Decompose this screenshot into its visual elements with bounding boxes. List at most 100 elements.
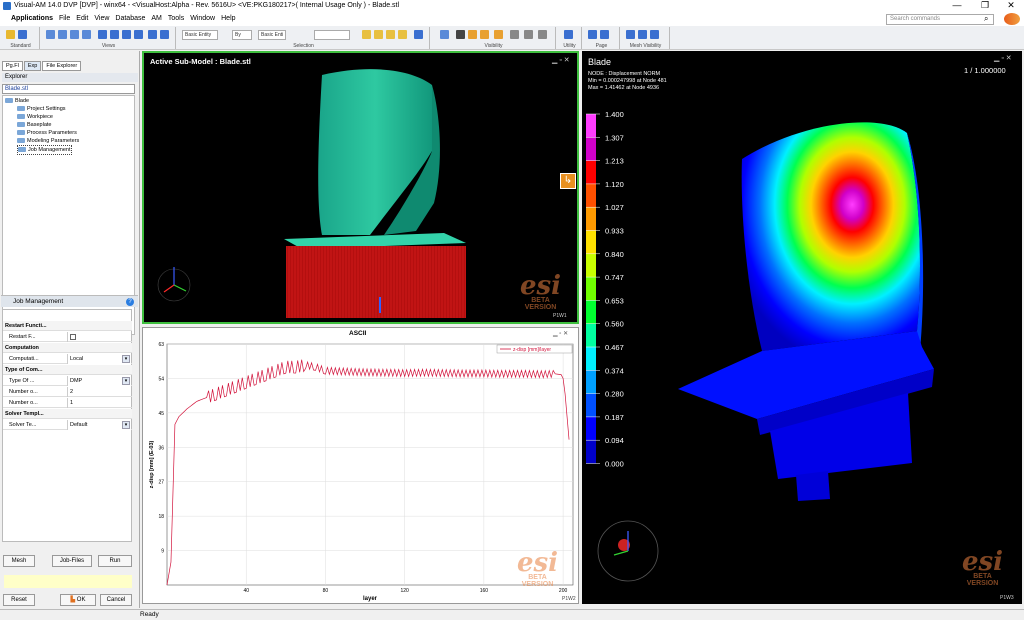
shade-icon[interactable] — [524, 30, 533, 39]
show-all-icon[interactable] — [494, 30, 503, 39]
zoom-window-icon[interactable] — [148, 30, 157, 39]
property-checkbox[interactable] — [67, 332, 131, 342]
job-files-button[interactable]: Job-Files — [52, 555, 92, 567]
property-value[interactable]: 2 — [67, 387, 131, 397]
save-icon[interactable] — [18, 30, 27, 39]
page-prev-icon[interactable] — [588, 30, 597, 39]
viewport-contour[interactable]: Blade 1 / 1.000000 ▁ ▫ ✕ NODE : Displace… — [582, 51, 1022, 604]
rotate-icon[interactable] — [110, 30, 119, 39]
search-icon[interactable]: ⌕ — [984, 14, 988, 24]
property-select[interactable]: Local ▾ — [67, 354, 131, 364]
toolbar-group-standard: Standard — [2, 27, 40, 49]
selection-input[interactable] — [314, 30, 350, 40]
view-top-icon[interactable] — [70, 30, 79, 39]
tree-item-blade[interactable]: Blade — [5, 97, 29, 105]
selection-by-dropdown[interactable]: By — [232, 30, 252, 40]
mesh-edges-icon[interactable] — [650, 30, 659, 39]
pan-icon[interactable] — [98, 30, 107, 39]
chevron-down-icon[interactable]: ▾ — [122, 377, 130, 385]
tree-item-modeling-parameters[interactable]: Modeling Parameters — [17, 137, 79, 145]
mesh-icon[interactable] — [510, 30, 519, 39]
checkbox[interactable] — [70, 333, 76, 340]
mesh-button[interactable]: Mesh — [3, 555, 35, 567]
tree-item-project-settings[interactable]: Project Settings — [17, 105, 66, 113]
property-select[interactable]: Default ▾ — [67, 420, 131, 430]
tree-item-workpiece[interactable]: Workpiece — [17, 113, 53, 121]
tab-explorer[interactable]: Exp — [23, 61, 42, 71]
utility-icon[interactable] — [564, 30, 573, 39]
tree-item-job-management[interactable]: Job Management — [17, 145, 72, 155]
menu-help[interactable]: Help — [218, 12, 238, 26]
property-text: 1 — [70, 400, 74, 406]
tree-item-process-parameters[interactable]: Process Parameters — [17, 129, 77, 137]
esi-logo-icon — [1004, 13, 1020, 25]
tree-item-baseplate[interactable]: Baseplate — [17, 121, 51, 129]
eye-icon[interactable] — [456, 30, 465, 39]
mesh-show-icon[interactable] — [626, 30, 635, 39]
reset-button[interactable]: Reset — [3, 594, 35, 606]
select-add-icon[interactable] — [374, 30, 383, 39]
property-text: Local — [70, 356, 84, 362]
section-row[interactable]: Computation — [3, 343, 132, 353]
page-next-icon[interactable] — [600, 30, 609, 39]
viewport-submodel[interactable]: Active Sub-Model : Blade.stl ▁ ▫ ✕ ↳ esi… — [142, 51, 579, 324]
toolbar-group-views: Views — [42, 27, 176, 49]
entity-filter-dropdown[interactable]: Basic Enti — [258, 30, 286, 40]
select-icon[interactable] — [362, 30, 371, 39]
y-tick-label: 63 — [158, 342, 164, 348]
menu-file[interactable]: File — [56, 12, 73, 26]
y-tick-label: 9 — [161, 549, 164, 555]
property-value[interactable]: 1 — [67, 398, 131, 408]
model-combo[interactable]: Blade.stl — [2, 84, 135, 94]
section-row[interactable]: Solver Templ... — [3, 409, 132, 419]
view-side-icon[interactable] — [82, 30, 91, 39]
menu-window[interactable]: Window — [187, 12, 218, 26]
section-row[interactable]: Restart Functi... — [3, 321, 132, 331]
cancel-button[interactable]: Cancel — [100, 594, 132, 606]
app-icon — [3, 2, 11, 10]
ok-button[interactable]: ▙ OK — [60, 594, 96, 606]
select-box-icon[interactable] — [414, 30, 423, 39]
menu-view[interactable]: View — [91, 12, 112, 26]
tab-process-flow[interactable]: Pg.Fl — [2, 61, 23, 71]
run-button[interactable]: Run — [98, 555, 132, 567]
view-iso-icon[interactable] — [46, 30, 55, 39]
menu-edit[interactable]: Edit — [73, 12, 91, 26]
show-icon[interactable] — [440, 30, 449, 39]
exit-submodel-icon[interactable]: ↳ — [560, 173, 576, 189]
property-row: Type Of ... DMP ▾ — [3, 376, 132, 386]
help-icon[interactable]: ? — [126, 298, 134, 306]
menu-tools[interactable]: Tools — [165, 12, 187, 26]
folder-icon — [17, 122, 25, 128]
property-label: Restart Functi... — [5, 323, 47, 329]
entity-type-dropdown[interactable]: Basic Entity — [182, 30, 218, 40]
x-tick-label: 80 — [323, 588, 329, 594]
chevron-down-icon[interactable]: ▾ — [122, 421, 130, 429]
menu-am[interactable]: AM — [148, 12, 165, 26]
zoom-icon[interactable] — [122, 30, 131, 39]
open-icon[interactable] — [6, 30, 15, 39]
zoom-box-icon[interactable] — [160, 30, 169, 39]
hide-icon[interactable] — [468, 30, 477, 39]
maximize-button[interactable]: ❐ — [974, 0, 996, 12]
y-tick-label: 18 — [158, 514, 164, 520]
wireframe-icon[interactable] — [538, 30, 547, 39]
property-select[interactable]: DMP ▾ — [67, 376, 131, 386]
section-row[interactable]: Type of Com... — [3, 365, 132, 375]
mesh-hide-icon[interactable] — [638, 30, 647, 39]
menu-applications[interactable]: Applications — [8, 12, 56, 26]
select-all-icon[interactable] — [398, 30, 407, 39]
select-remove-icon[interactable] — [386, 30, 395, 39]
toolbar-group-mesh-visibility: Mesh Visibility — [622, 27, 670, 49]
menu-database[interactable]: Database — [112, 12, 148, 26]
y-tick-label: 27 — [158, 480, 164, 486]
fit-icon[interactable] — [134, 30, 143, 39]
chevron-down-icon[interactable]: ▾ — [122, 355, 130, 363]
minimize-button[interactable]: — — [946, 0, 968, 12]
viewport-ascii-plot[interactable]: ASCII ▁ ▫ ✕ 9 18 27 36 45 54 63 40 80 120 160 200 la… — [142, 327, 579, 604]
tab-file-explorer[interactable]: File Explorer — [42, 61, 82, 71]
search-input[interactable]: Search commands — [886, 14, 994, 25]
view-front-icon[interactable] — [58, 30, 67, 39]
close-button[interactable]: ✕ — [1000, 0, 1022, 12]
isolate-icon[interactable] — [480, 30, 489, 39]
